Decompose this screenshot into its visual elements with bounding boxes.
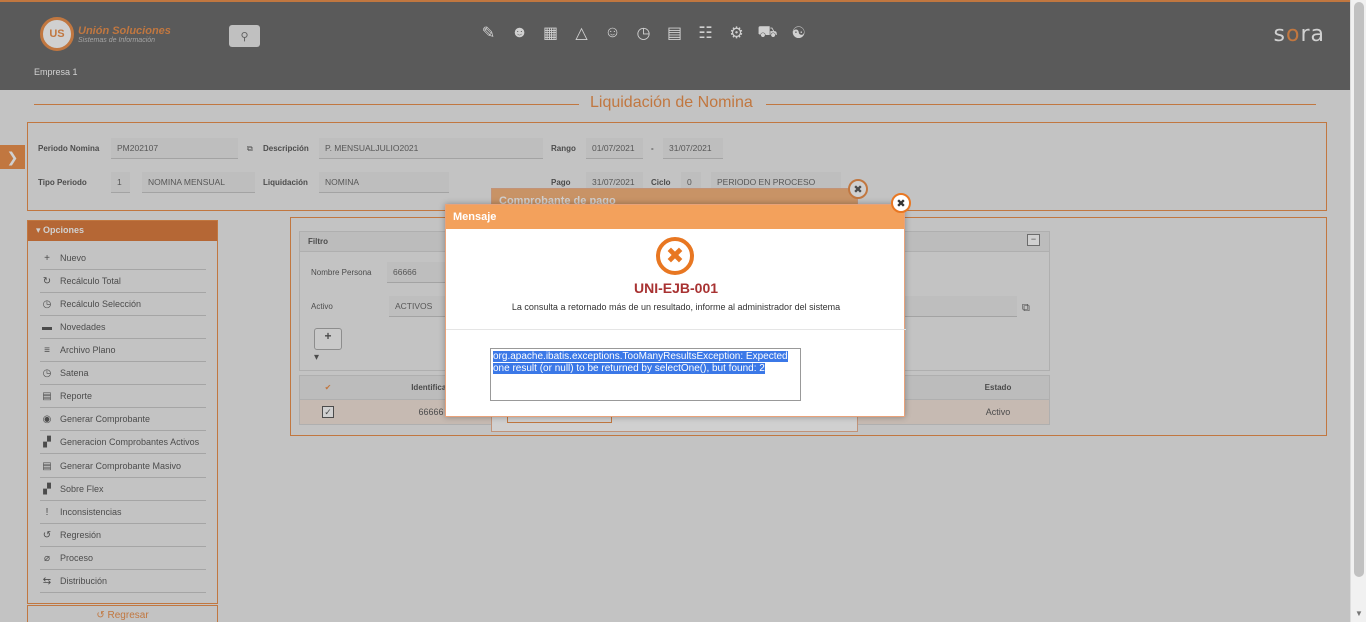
modal-divider <box>446 329 906 330</box>
close-icon: ✖ <box>896 197 906 210</box>
scroll-down-arrow[interactable]: ▼ <box>1355 609 1363 618</box>
error-icon: ✖ <box>656 237 694 275</box>
modal-title: Mensaje <box>446 205 904 229</box>
close-modal-button[interactable]: ✖ <box>891 193 911 213</box>
error-detail-textarea[interactable]: org.apache.ibatis.exceptions.TooManyResu… <box>490 348 801 401</box>
scrollbar-thumb[interactable] <box>1354 2 1364 577</box>
error-message: La consulta a retornado más de un result… <box>511 302 841 312</box>
error-code: UNI-EJB-001 <box>633 280 719 296</box>
vertical-scrollbar[interactable]: ▼ <box>1350 0 1366 622</box>
error-modal: Mensaje ✖ UNI-EJB-001 La consulta a reto… <box>445 204 906 417</box>
